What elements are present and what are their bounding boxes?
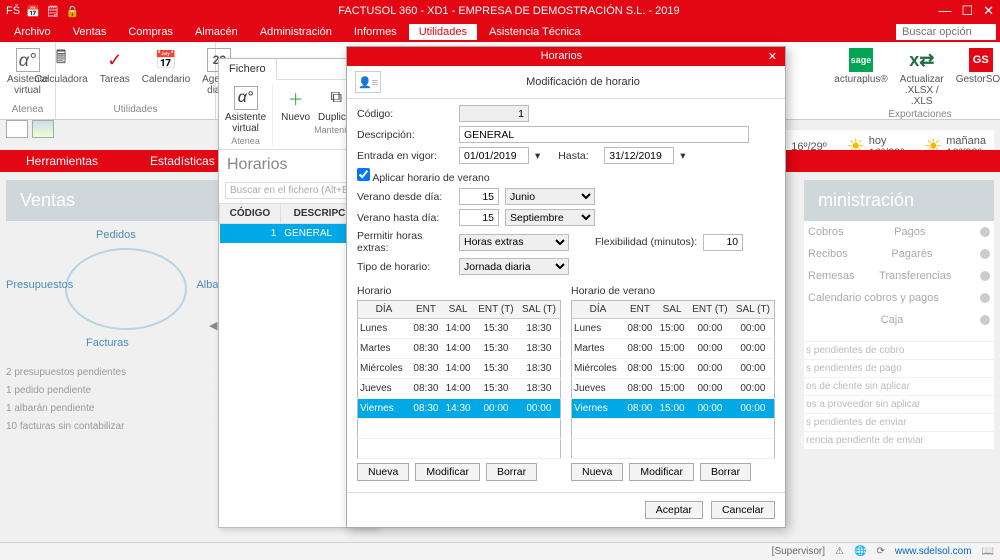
flex-field[interactable] [703, 234, 743, 251]
globe-icon[interactable]: 🌐 [854, 546, 866, 557]
table-row[interactable]: Martes08:3014:0015:3018:30 [358, 339, 561, 359]
panel-nuevo[interactable]: ＋Nuevo [279, 84, 312, 125]
tab-fichero[interactable]: Fichero [219, 59, 277, 80]
status-user: [Supervisor] [772, 546, 825, 557]
modal-close-icon[interactable]: ✕ [768, 50, 777, 63]
fs-icon: FŠ [6, 5, 20, 18]
borrar-button[interactable]: Borrar [486, 463, 537, 481]
menubar: Archivo Ventas Compras Almacén Administr… [0, 22, 1000, 42]
view-grid-icon[interactable] [6, 120, 28, 138]
view-image-icon[interactable] [32, 120, 54, 138]
table-row[interactable]: Jueves08:0015:0000:0000:00 [572, 379, 775, 399]
panel-asistente[interactable]: α°Asistente virtual [223, 84, 268, 136]
ribbon-actualizar-xls[interactable]: x⇄Actualizar .XLSX / .XLS [898, 46, 946, 109]
vigor-field[interactable] [459, 147, 529, 164]
codigo-field [459, 105, 529, 122]
ventas-header: Ventas [6, 180, 246, 221]
dashboard-ventas: Ventas Pedidos Albaranes Facturas Presup… [6, 180, 246, 435]
menu-asistencia[interactable]: Asistencia Técnica [479, 24, 591, 40]
book-icon[interactable]: 📖 [982, 546, 994, 557]
borrar-button[interactable]: Borrar [700, 463, 751, 481]
menu-ventas[interactable]: Ventas [63, 24, 117, 40]
collapse-icon[interactable]: ◀ [209, 319, 217, 332]
aplicar-verano-checkbox[interactable] [357, 168, 370, 181]
horario-table: DÍAENTSALENT (T)SAL (T) Lunes08:3014:001… [357, 300, 561, 459]
ribbon-facturaplus[interactable]: sageacturaplus® [832, 46, 890, 109]
ribbon-calendario[interactable]: 📅Calendario [140, 46, 192, 104]
table-row[interactable]: Lunes08:0015:0000:0000:00 [572, 319, 775, 339]
warning-icon[interactable]: ⚠ [835, 546, 844, 557]
cycle-pedidos[interactable]: Pedidos [96, 229, 136, 241]
verano-hasta-mes[interactable]: Septiembre [505, 209, 595, 226]
table-row[interactable]: Viernes08:3014:3000:0000:00 [358, 399, 561, 419]
verano-hasta-dia[interactable] [459, 209, 499, 226]
calendar-icon[interactable]: ▾ [535, 150, 540, 162]
cycle-facturas[interactable]: Facturas [86, 337, 129, 349]
menu-archivo[interactable]: Archivo [4, 24, 61, 40]
menu-utilidades[interactable]: Utilidades [409, 24, 477, 40]
minimize-icon[interactable]: — [938, 3, 951, 19]
pending-list: 2 presupuestos pendientes 1 pedido pendi… [6, 363, 246, 435]
modificar-button[interactable]: Modificar [415, 463, 480, 481]
refresh-icon[interactable]: ⟳ [876, 546, 884, 557]
ribbon-tareas[interactable]: ✓Tareas [98, 46, 132, 104]
status-link[interactable]: www.sdelsol.com [895, 546, 972, 557]
table-row[interactable]: Miércoles08:0015:0000:0000:00 [572, 359, 775, 379]
table-row[interactable]: Jueves08:3014:0015:3018:30 [358, 379, 561, 399]
close-icon[interactable]: ✕ [983, 3, 994, 19]
verano-desde-mes[interactable]: Junio [505, 188, 595, 205]
verano-table: DÍAENTSALENT (T)SAL (T) Lunes08:0015:000… [571, 300, 775, 459]
aceptar-button[interactable]: Aceptar [645, 501, 703, 519]
statusbar: [Supervisor] ⚠ 🌐 ⟳ www.sdelsol.com 📖 [0, 542, 1000, 560]
cycle-presupuestos[interactable]: Presupuestos [6, 279, 73, 291]
modal-subtitle: Modificación de horario [389, 76, 777, 88]
view-switcher [6, 120, 54, 138]
note-icon[interactable]: 🗒 [46, 5, 60, 18]
descripcion-field[interactable] [459, 126, 749, 143]
menu-almacen[interactable]: Almacén [185, 24, 248, 40]
cancelar-button[interactable]: Cancelar [711, 501, 775, 519]
person-icon: 👤≡ [355, 71, 381, 93]
menu-compras[interactable]: Compras [118, 24, 183, 40]
lock-icon[interactable]: 🔒 [66, 5, 80, 18]
titlebar: FŠ 📅 🗒 🔒 FACTUSOL 360 - XD1 - EMPRESA DE… [0, 0, 1000, 22]
modificar-button[interactable]: Modificar [629, 463, 694, 481]
menu-administracion[interactable]: Administración [250, 24, 342, 40]
calendar-icon[interactable]: ▾ [680, 150, 685, 162]
titlebar-left-icons: FŠ 📅 🗒 🔒 [6, 5, 79, 18]
menu-informes[interactable]: Informes [344, 24, 407, 40]
ribbon-calculadora[interactable]: 🖩Calculadora [32, 46, 89, 104]
maximize-icon[interactable]: ☐ [961, 3, 973, 19]
tab-herramientas[interactable]: Herramientas [0, 154, 124, 168]
calendar-icon[interactable]: 📅 [26, 5, 40, 18]
nueva-button[interactable]: Nueva [571, 463, 623, 481]
modal-title: Horarios [355, 50, 768, 63]
search-input[interactable] [896, 24, 996, 40]
table-row[interactable]: Viernes08:0015:0000:0000:00 [572, 399, 775, 419]
ribbon-gestorsol[interactable]: GSGestorSOL [954, 46, 1000, 109]
permitir-select[interactable]: Horas extras [459, 234, 569, 251]
hasta-field[interactable] [604, 147, 674, 164]
table-row[interactable]: Miércoles08:3014:0015:3018:30 [358, 359, 561, 379]
tipo-select[interactable]: Jornada diaria [459, 258, 569, 275]
verano-desde-dia[interactable] [459, 188, 499, 205]
app-title: FACTUSOL 360 - XD1 - EMPRESA DE DEMOSTRA… [79, 5, 938, 17]
table-row[interactable]: Martes08:0015:0000:0000:00 [572, 339, 775, 359]
nueva-button[interactable]: Nueva [357, 463, 409, 481]
dashboard-admin: ministración CobrosPagos RecibosPagarés … [804, 180, 994, 449]
table-row[interactable]: Lunes08:3014:0015:3018:30 [358, 319, 561, 339]
horario-modal: Horarios✕ 👤≡Modificación de horario Códi… [346, 46, 786, 528]
